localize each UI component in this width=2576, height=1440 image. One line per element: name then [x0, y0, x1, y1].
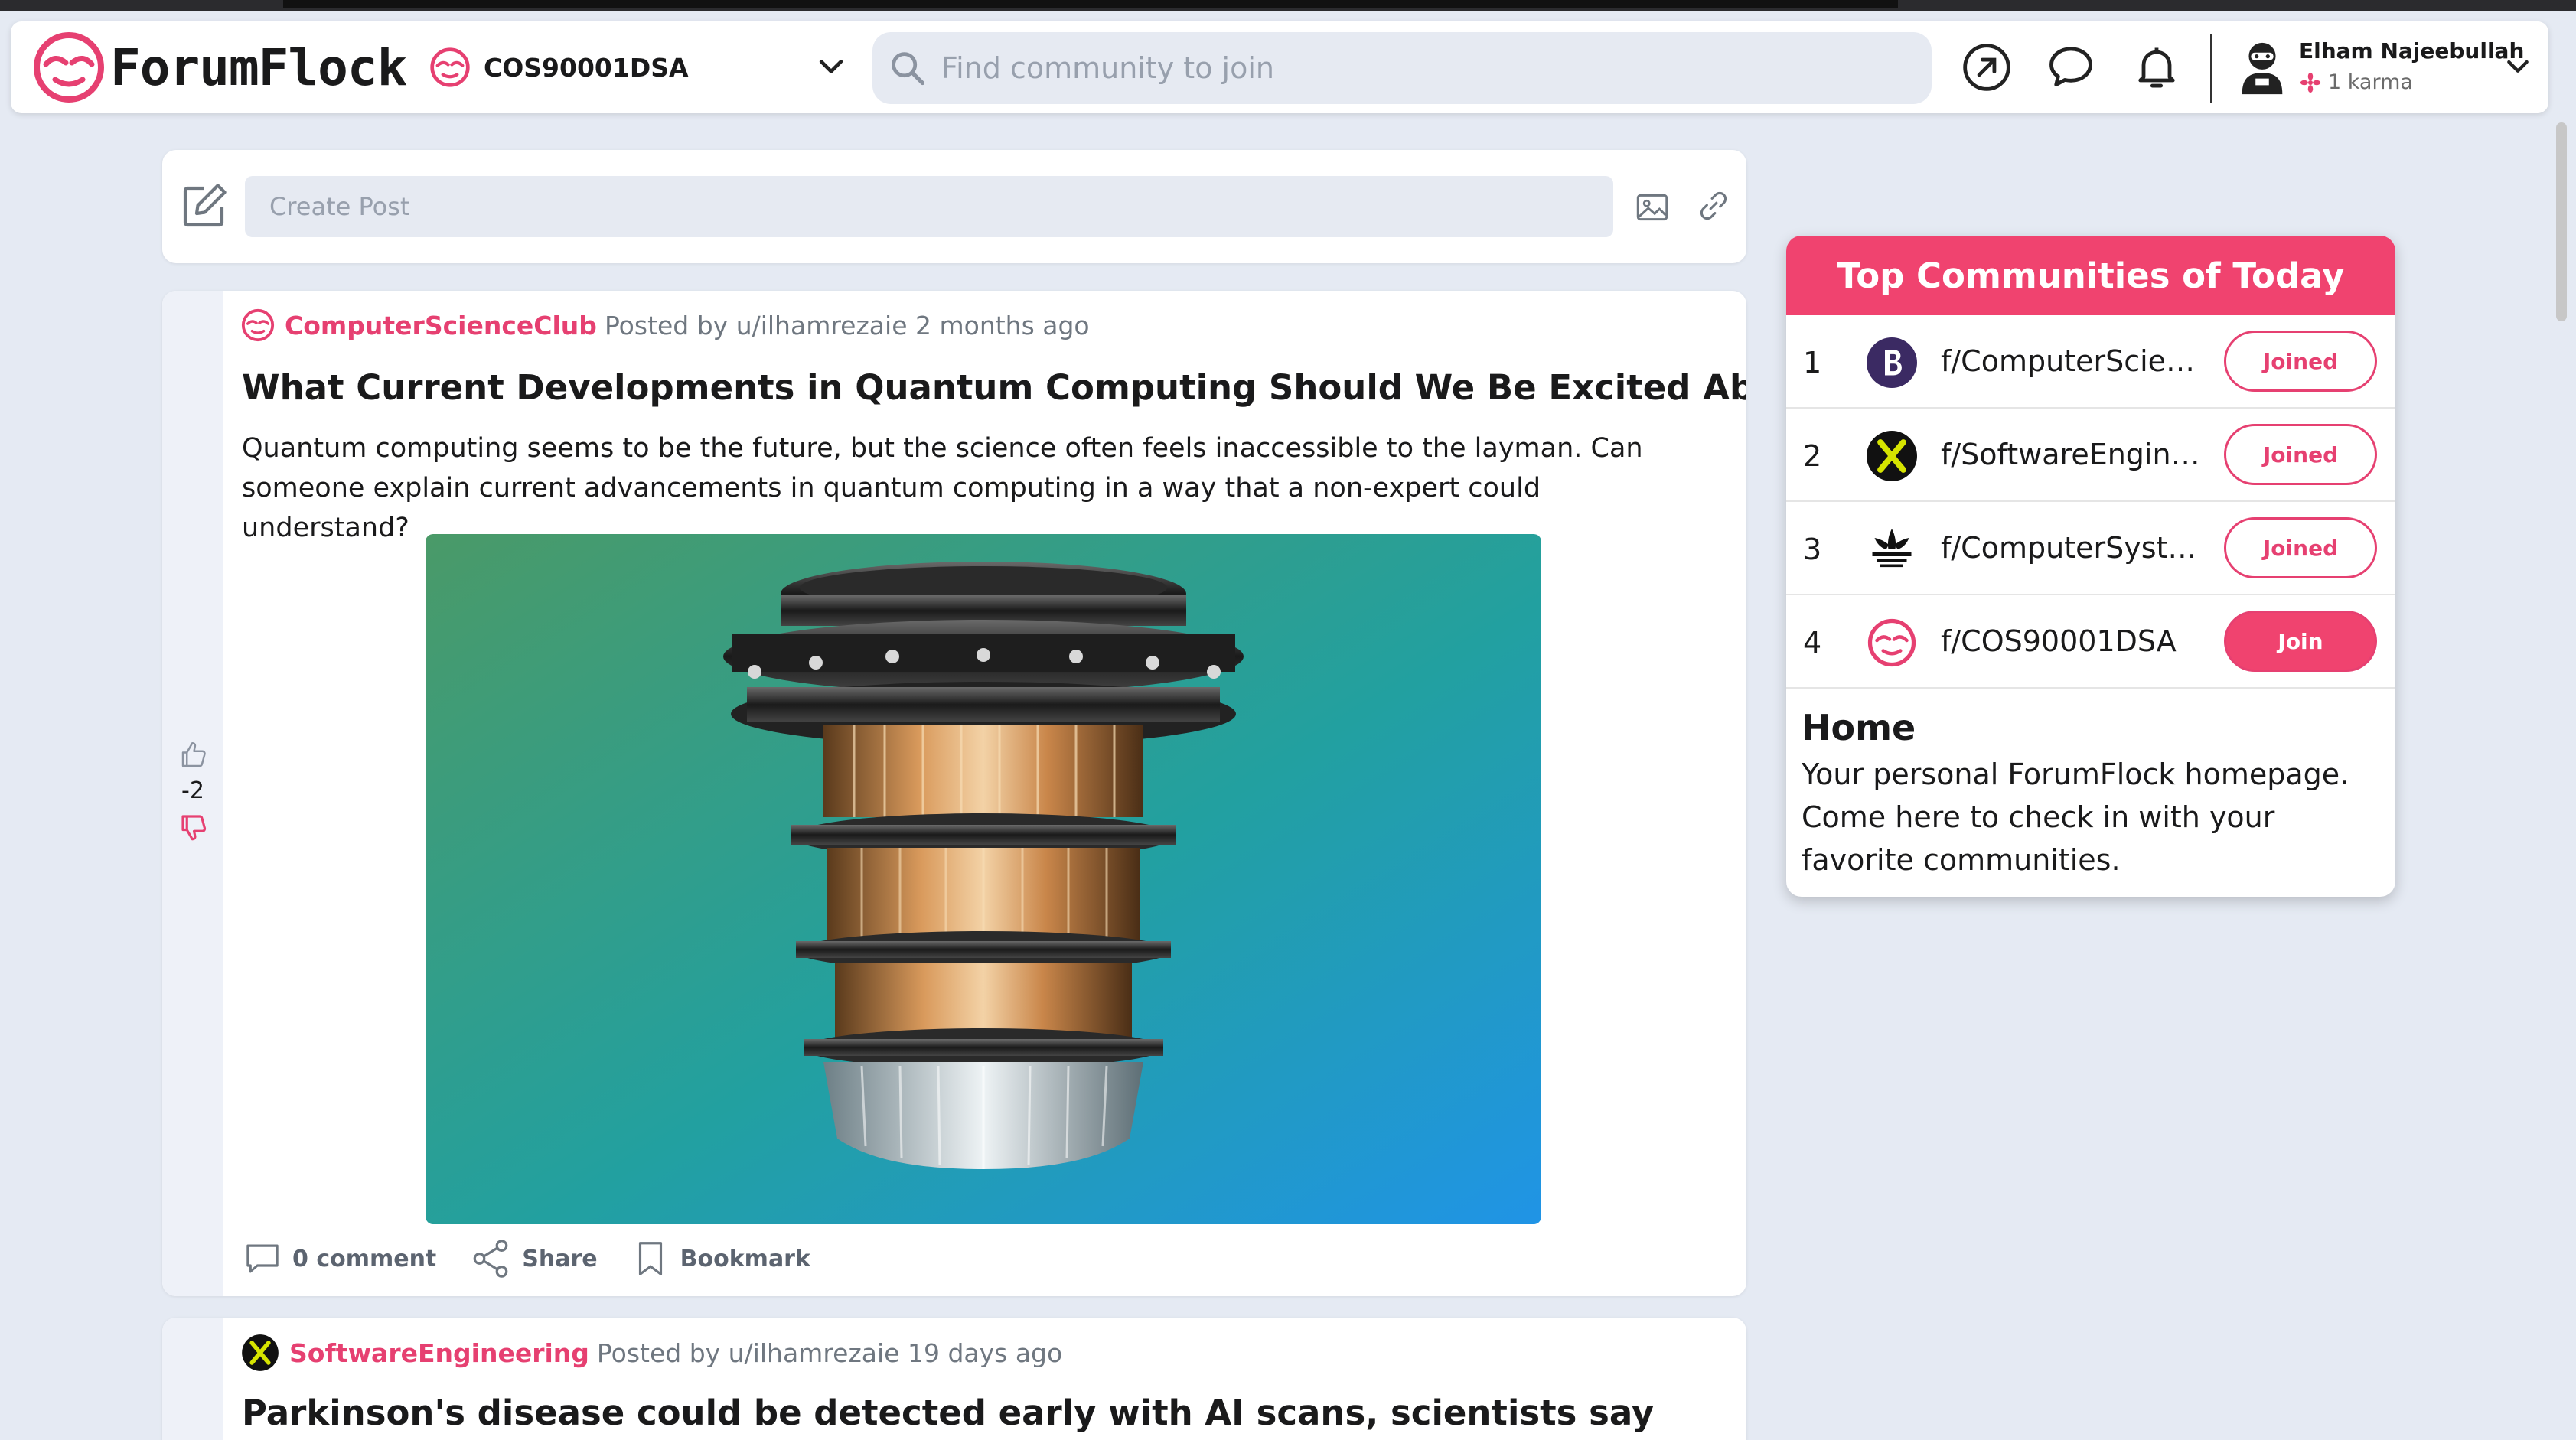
post-author-time: Posted by u/ilhamrezaie 19 days ago	[596, 1337, 1063, 1368]
community-name[interactable]: f/ComputerScienceClub	[1941, 344, 2201, 378]
search-bar[interactable]: Find community to join	[872, 32, 1932, 104]
bookmark-button[interactable]: Bookmark	[630, 1236, 810, 1281]
joined-button[interactable]: Joined	[2224, 331, 2377, 392]
post-body: Quantum computing seems to be the future…	[242, 433, 1643, 543]
thumbs-up-icon[interactable]	[178, 738, 210, 773]
community-rank: 2	[1803, 439, 1822, 473]
post-meta: ComputerScienceClub Posted by u/ilhamrez…	[240, 308, 1090, 343]
create-post-box: Create Post	[162, 150, 1746, 263]
post-actions: 0 comment Share Bookmark	[242, 1236, 843, 1281]
community-name[interactable]: f/COS90001DSA	[1941, 624, 2177, 658]
comment-button[interactable]: 0 comment	[242, 1238, 436, 1279]
brand-name: ForumFlock	[110, 37, 407, 97]
forumflock-logo-icon	[34, 32, 104, 103]
share-icon	[473, 1240, 508, 1278]
post-card[interactable]: -2 ComputerScienceClub Posted by u/ilham…	[162, 291, 1746, 1296]
post-community-link[interactable]: ComputerScienceClub	[285, 311, 597, 340]
joined-button[interactable]: Joined	[2224, 424, 2377, 485]
vote-column	[162, 1318, 223, 1440]
page-scrollbar[interactable]	[2556, 122, 2567, 321]
top-navbar: ForumFlock COS90001DSA Find community to…	[11, 21, 2548, 113]
post-community-link[interactable]: SoftwareEngineering	[289, 1338, 589, 1368]
share-label: Share	[522, 1245, 598, 1272]
software-engineering-logo-icon	[1867, 431, 1917, 481]
join-button[interactable]: Join	[2224, 611, 2377, 672]
home-description: Your personal ForumFlock homepage. Come …	[1802, 757, 2349, 877]
chevron-down-icon	[819, 60, 843, 73]
browser-top-strip	[0, 0, 2576, 11]
karma-flower-icon	[2300, 72, 2321, 93]
search-input[interactable]: Find community to join	[941, 51, 1274, 85]
create-post-icon[interactable]	[176, 179, 231, 234]
quantum-computer-image	[426, 534, 1541, 1224]
karma-value: 1 karma	[2328, 70, 2413, 94]
thumbs-down-icon[interactable]	[178, 810, 210, 845]
community-logo-icon	[241, 308, 275, 342]
community-row[interactable]: 2 f/SoftwareEngineering Joined	[1786, 409, 2395, 502]
chat-icon[interactable]	[2045, 41, 2097, 93]
popular-icon[interactable]	[1961, 41, 2013, 93]
vote-column: -2	[162, 291, 223, 1296]
create-post-input[interactable]: Create Post	[245, 176, 1613, 237]
post-meta: SoftwareEngineering Posted by u/ilhamrez…	[240, 1333, 1062, 1373]
post-title[interactable]: Parkinson's disease could be detected ea…	[242, 1393, 1654, 1433]
share-button[interactable]: Share	[468, 1236, 598, 1281]
community-logo-icon	[430, 47, 470, 87]
user-menu[interactable]: Elham Najeebullah 1 karma	[2235, 35, 2541, 99]
community-row[interactable]: 4 f/COS90001DSA Join	[1786, 595, 2395, 689]
user-chevron-down-icon	[2507, 60, 2529, 73]
image-upload-icon[interactable]	[1633, 188, 1671, 226]
community-name[interactable]: f/SoftwareEngineering	[1941, 438, 2201, 471]
home-title: Home	[1802, 707, 1916, 748]
link-icon[interactable]	[1696, 188, 1731, 223]
panel-title: Top Communities of Today	[1837, 255, 2345, 296]
community-name[interactable]: f/ComputerSystems	[1941, 531, 2201, 565]
navbar-divider	[2210, 34, 2212, 103]
post-image[interactable]	[426, 534, 1541, 1224]
panel-header: Top Communities of Today	[1786, 236, 2395, 315]
notification-bell-icon[interactable]	[2131, 41, 2183, 93]
community-logo-icon	[1867, 618, 1916, 667]
community-rank: 4	[1803, 626, 1822, 660]
post-author-time: Posted by u/ilhamrezaie 2 months ago	[604, 310, 1090, 340]
software-engineering-logo-icon	[242, 1334, 279, 1371]
community-selector-label: COS90001DSA	[484, 52, 689, 83]
community-row[interactable]: 1 f/ComputerScienceClub Joined	[1786, 315, 2395, 409]
community-row[interactable]: 3 f/ComputerSystems Joined	[1786, 502, 2395, 595]
user-name: Elham Najeebullah	[2299, 38, 2525, 64]
user-karma: 1 karma	[2299, 70, 2413, 94]
post-title[interactable]: What Current Developments in Quantum Com…	[242, 367, 1746, 408]
home-info: Home Your personal ForumFlock homepage. …	[1802, 707, 2383, 881]
avatar	[2242, 42, 2283, 95]
brand-logo[interactable]: ForumFlock	[32, 31, 407, 104]
community-selector[interactable]: COS90001DSA	[429, 43, 848, 92]
comment-count: 0 comment	[292, 1245, 437, 1272]
bookmark-icon	[638, 1242, 662, 1275]
create-post-placeholder: Create Post	[269, 192, 410, 221]
community-rank: 1	[1803, 346, 1822, 380]
bookmark-label: Bookmark	[680, 1245, 810, 1272]
top-communities-panel: Top Communities of Today 1 f/ComputerSci…	[1786, 236, 2395, 897]
community-rank: 3	[1803, 533, 1822, 566]
post-card[interactable]: SoftwareEngineering Posted by u/ilhamrez…	[162, 1318, 1746, 1440]
vote-count: -2	[181, 777, 204, 804]
trefoil-logo-icon	[1872, 529, 1912, 568]
community-b-logo-icon	[1867, 337, 1917, 388]
joined-button[interactable]: Joined	[2224, 517, 2377, 578]
comment-icon	[246, 1244, 279, 1273]
search-icon	[892, 52, 925, 86]
